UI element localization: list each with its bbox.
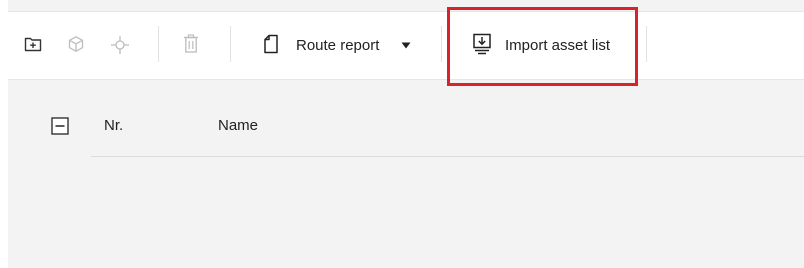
import-download-icon[interactable]	[472, 33, 492, 55]
column-header-name[interactable]: Name	[218, 117, 258, 135]
document-icon[interactable]	[263, 34, 279, 54]
cube-icon[interactable]	[67, 35, 85, 53]
folder-plus-icon[interactable]	[24, 36, 42, 52]
trash-icon[interactable]	[183, 34, 199, 54]
crosshair-icon[interactable]	[110, 35, 130, 55]
column-header-nr[interactable]: Nr.	[104, 117, 123, 135]
toolbar-separator	[158, 26, 159, 62]
route-report-button[interactable]: Route report	[296, 37, 379, 55]
caret-down-icon[interactable]	[401, 42, 411, 49]
toolbar-separator	[441, 26, 442, 62]
toolbar-separator	[230, 26, 231, 62]
collapse-all-checkbox[interactable]	[51, 117, 69, 135]
toolbar-separator	[646, 26, 647, 62]
import-asset-list-button[interactable]: Import asset list	[505, 37, 610, 55]
header-divider	[91, 156, 804, 157]
